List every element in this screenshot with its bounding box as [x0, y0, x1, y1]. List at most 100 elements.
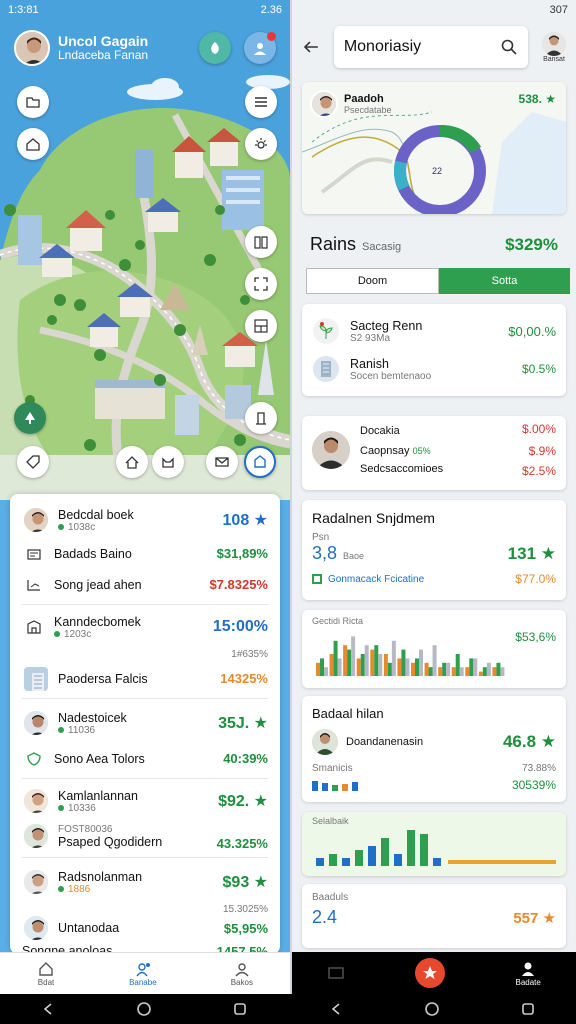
map-tool-book[interactable] — [245, 226, 277, 258]
chart-bar — [482, 667, 487, 676]
list-item-name: Kanndecbomek — [54, 614, 141, 629]
stats-sub2: Baoe — [343, 551, 365, 561]
map-tool-tree[interactable] — [14, 402, 46, 434]
list-item[interactable]: Paodersa Falcis 14325% — [22, 663, 268, 694]
list-item[interactable]: Radsnolanman 1886 $93 ★ — [22, 862, 268, 902]
segmented-tabs: Doom Sotta — [306, 268, 570, 294]
list-item[interactable]: Doandanenasin 46.8 ★ — [312, 729, 556, 755]
building-icon — [313, 356, 339, 382]
home-circle-icon[interactable] — [424, 1001, 440, 1017]
list-item[interactable]: Sacteg Renn S2 93Ma $0,00.% — [312, 312, 556, 350]
nav-profile[interactable]: Bakos — [231, 960, 253, 987]
list-item[interactable]: Sono Aea Tolors 40:39% — [22, 743, 268, 774]
list-item-name: Psaped Qgodidern — [58, 834, 163, 849]
home-icon — [26, 138, 40, 151]
tab-doom[interactable]: Doom — [306, 268, 439, 294]
list-item-sub: 1886 — [58, 884, 223, 895]
back-icon[interactable] — [328, 1001, 344, 1017]
status-bar: 307 — [292, 0, 576, 20]
list-item[interactable]: Untanodaa $5,95% — [22, 914, 268, 942]
chart-bar — [424, 662, 429, 676]
map-tool-fold[interactable] — [17, 86, 49, 118]
list-item[interactable]: Nadestoicek 11036 35J. ★ — [22, 703, 268, 743]
avatar — [542, 31, 566, 56]
stats-title: Radalnen Snjdmem — [312, 510, 435, 526]
profile-button[interactable] — [244, 32, 276, 64]
list-item[interactable]: Docakia Caopnsay 05% Sedcsaccomioes $.00… — [312, 422, 556, 478]
profile-button[interactable]: Bansat — [542, 31, 566, 63]
list-item-value: $7.8325% — [209, 577, 268, 592]
map-tool-door[interactable] — [245, 402, 277, 434]
detail-card[interactable]: Badaal hilan Doandanenasin 46.8 ★ Smanic… — [302, 696, 566, 802]
map-tool-house[interactable] — [116, 446, 148, 478]
list-item[interactable]: Song jead ahen $7.8325% — [22, 569, 268, 600]
right-phone-screen: 307 Monoriasiy Bansat PaadohPsecdatabe — [292, 0, 576, 994]
map-tool-sun[interactable] — [245, 128, 277, 160]
avatar — [22, 868, 50, 896]
list-item[interactable]: Badads Baino $31,89% — [22, 538, 268, 569]
map-tool-cat[interactable] — [152, 446, 184, 478]
map-tool-expand[interactable] — [245, 268, 277, 300]
list-item-value: 108 ★ — [222, 512, 268, 529]
tree-icon — [25, 412, 35, 424]
card-icon — [27, 548, 41, 560]
list-item[interactable]: Kamlanlannan 10336 $92. ★ — [22, 783, 268, 819]
user-avatar[interactable] — [14, 30, 50, 66]
tab-sotta[interactable]: Sotta — [439, 268, 570, 294]
chart-bar — [459, 667, 464, 676]
map-tool-grid[interactable] — [245, 310, 277, 342]
search-icon[interactable] — [500, 38, 518, 56]
map-title: Uncol Gagain — [58, 33, 149, 50]
nav-photos[interactable] — [327, 964, 345, 982]
search-input[interactable]: Monoriasiy — [344, 38, 500, 56]
chart-bar — [391, 640, 396, 676]
list-item[interactable]: Ranish Socen bemtenaoo $0.5% — [312, 350, 556, 388]
mail-icon — [215, 457, 229, 467]
chart-bar — [329, 654, 334, 676]
sun-icon — [255, 138, 267, 149]
nav-home[interactable]: Bdat — [37, 960, 55, 987]
list-item[interactable]: FOST80036 Psaped Qgodidern 43.325% — [22, 819, 268, 853]
person-card[interactable]: Docakia Caopnsay 05% Sedcsaccomioes $.00… — [302, 416, 566, 490]
map-tool-location[interactable] — [244, 446, 276, 478]
donut-center-label: 22 — [432, 166, 443, 176]
footer-card[interactable]: Baaduls 2.4 557 ★ — [302, 884, 566, 948]
back-icon[interactable] — [40, 1001, 56, 1017]
home-circle-icon[interactable] — [136, 1001, 152, 1017]
stats-card[interactable]: Radalnen Snjdmem Psn 3,8 Baoe 131 ★ Gonmac… — [302, 500, 566, 600]
overview-card[interactable]: Paadoh Psecdatabe 538. ★ 22 — [302, 82, 566, 214]
map-tool-mail[interactable] — [206, 446, 238, 478]
list-group: Kamlanlannan 10336 $92. ★ FOST80036 Psaped… — [22, 779, 268, 858]
bar-chart-card-1[interactable]: Gectidi Ricta $53,6% — [302, 610, 566, 688]
detail-row3-value: 30539% — [511, 778, 556, 792]
list-item-name: Sacteg Renn — [350, 318, 423, 333]
checkbox-icon[interactable] — [312, 574, 322, 584]
nav-people[interactable]: Banabe — [129, 960, 157, 987]
overview-sub: Psecdatabe — [344, 105, 392, 115]
recents-icon[interactable] — [232, 1001, 248, 1017]
chart-bar — [455, 654, 460, 676]
layers-button[interactable] — [199, 32, 231, 64]
recents-icon[interactable] — [520, 1001, 536, 1017]
chart-bar — [316, 858, 324, 866]
list-item[interactable]: Kanndecbomek 1203c 15:00% — [22, 609, 268, 645]
list-item[interactable]: Bedcdal boek 1038c 108 ★ — [22, 502, 268, 538]
footer-big-value: 2.4 — [312, 907, 338, 927]
star-button[interactable] — [415, 958, 446, 988]
list-item-value: 35J. ★ — [218, 715, 268, 732]
nav-profile[interactable]: Badate — [516, 960, 541, 987]
list-item-value: $31,89% — [216, 546, 268, 561]
search-field[interactable]: Monoriasiy — [333, 26, 528, 68]
map-tool-store[interactable] — [17, 128, 49, 160]
map-tool-tag[interactable] — [17, 446, 49, 478]
stats-link[interactable]: Gonmacack Fcicatine — [328, 574, 515, 585]
map-tool-list[interactable] — [245, 86, 277, 118]
avatar — [22, 709, 50, 737]
avatar — [22, 787, 50, 815]
stats-link-value: $77.0% — [515, 572, 556, 586]
summary-card[interactable]: Sacteg Renn S2 93Ma $0,00.% Ranish Socen b… — [302, 304, 566, 396]
nav-favorite[interactable] — [415, 958, 446, 988]
back-arrow-icon[interactable] — [302, 38, 320, 56]
chart-bar — [405, 658, 410, 676]
bar-chart-card-2[interactable]: Selalbaik — [302, 812, 566, 876]
